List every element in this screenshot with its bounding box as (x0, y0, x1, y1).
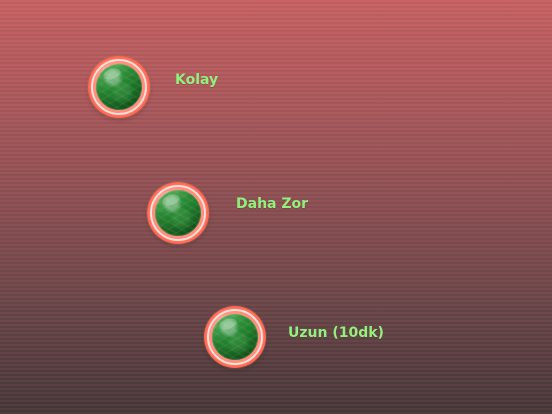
menu-option-harder[interactable]: Daha Zor (147, 182, 309, 246)
harder-mode-label: Daha Zor (236, 196, 309, 212)
green-orb-icon (212, 314, 258, 360)
harder-mode-button[interactable] (147, 182, 209, 244)
green-orb-icon (96, 64, 142, 110)
easy-mode-label: Kolay (175, 72, 219, 88)
long-mode-label: Uzun (10dk) (288, 325, 384, 341)
easy-mode-button[interactable] (88, 56, 150, 118)
menu-option-long[interactable]: Uzun (10dk) (204, 306, 384, 370)
green-orb-icon (155, 190, 201, 236)
long-mode-button[interactable] (204, 306, 266, 368)
menu-option-easy[interactable]: Kolay (88, 56, 228, 120)
